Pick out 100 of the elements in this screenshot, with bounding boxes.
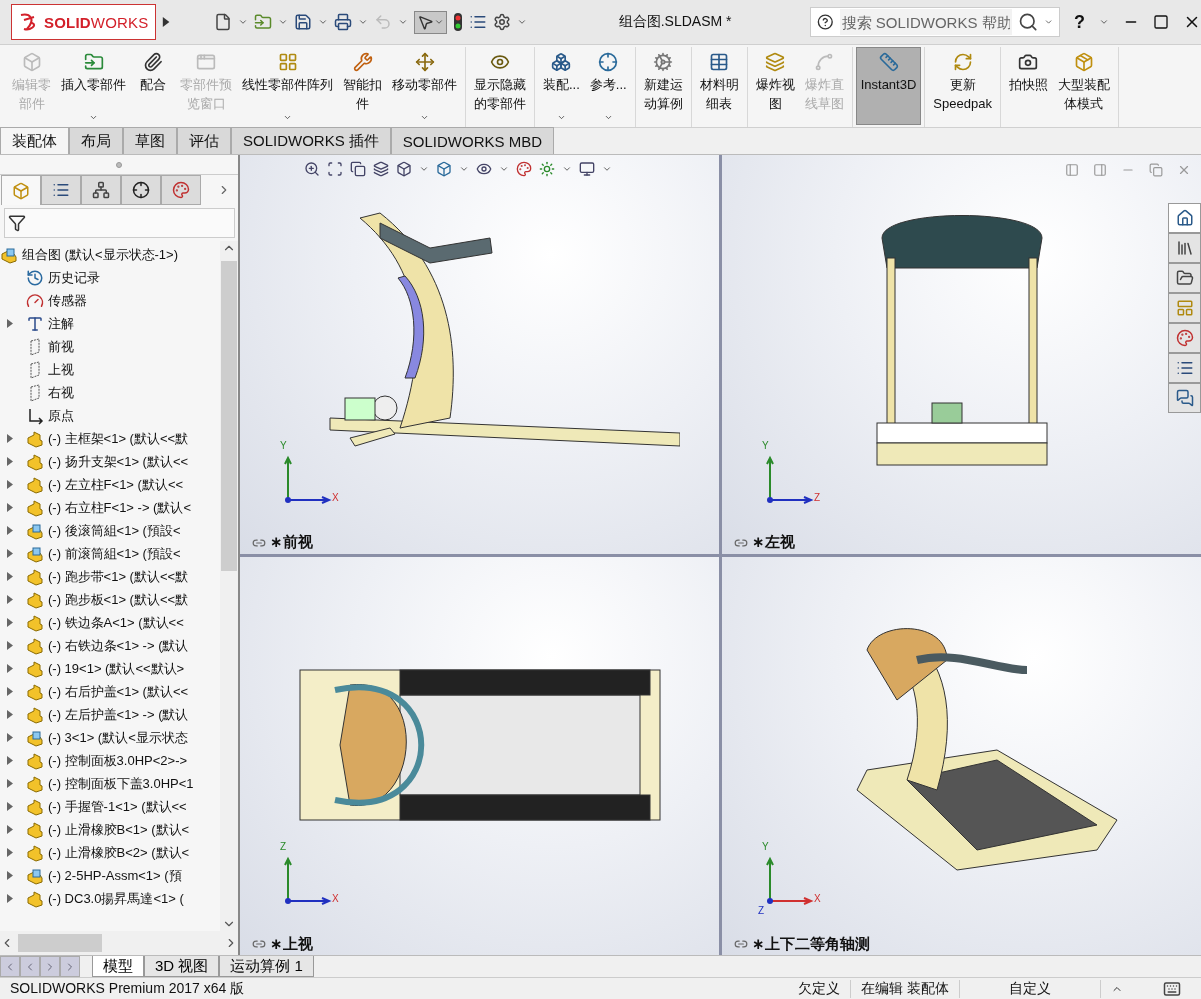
tree-item[interactable]: (-) 3<1> (默认<显示状态 bbox=[0, 726, 220, 749]
expand-arrow-icon[interactable] bbox=[6, 319, 14, 328]
expand-arrow-icon[interactable] bbox=[6, 710, 14, 719]
tree-item[interactable]: 前视 bbox=[0, 335, 220, 358]
tree-item[interactable]: (-) 主框架<1> (默认<<默 bbox=[0, 427, 220, 450]
task-pane-tab[interactable] bbox=[1168, 353, 1201, 383]
ribbon-button[interactable]: 大型装配 体模式 bbox=[1052, 47, 1115, 125]
ribbon-button[interactable]: 装配... bbox=[538, 47, 585, 125]
settings-icon[interactable] bbox=[492, 13, 511, 31]
expand-arrow-icon[interactable] bbox=[6, 871, 14, 880]
tree-item[interactable]: (-) 左后护盖<1> -> (默认 bbox=[0, 703, 220, 726]
tree-item[interactable]: (-) 止滑橡胶B<2> (默认< bbox=[0, 841, 220, 864]
viewport[interactable]: Y Z ∗左视 bbox=[722, 155, 1201, 554]
tree-item[interactable]: (-) 19<1> (默认<<默认> bbox=[0, 657, 220, 680]
expand-arrow-icon[interactable] bbox=[6, 779, 14, 788]
bottom-tab[interactable]: 3D 视图 bbox=[144, 956, 220, 977]
tree-item[interactable]: (-) 控制面板下盖3.0HP<1 bbox=[0, 772, 220, 795]
tree-item[interactable]: 注解 bbox=[0, 312, 220, 335]
tree-item[interactable]: (-) 跑步板<1> (默认<<默 bbox=[0, 588, 220, 611]
traffic-light-icon[interactable] bbox=[452, 12, 463, 32]
caret-icon[interactable] bbox=[237, 17, 248, 27]
tree-item[interactable]: (-) 右立柱F<1> -> (默认< bbox=[0, 496, 220, 519]
ribbon-button[interactable]: 更新 Speedpak bbox=[928, 47, 997, 125]
expand-arrow-icon[interactable] bbox=[6, 572, 14, 581]
ribbon-tab[interactable]: 评估 bbox=[177, 127, 231, 154]
new-file-icon[interactable] bbox=[213, 13, 232, 31]
expand-arrow-icon[interactable] bbox=[6, 526, 14, 535]
ribbon-button[interactable]: 材料明 细表 bbox=[694, 47, 744, 125]
tree-item[interactable]: 组合图 (默认<显示状态-1>) bbox=[0, 243, 220, 266]
ribbon-tab[interactable]: 草图 bbox=[123, 127, 177, 154]
expand-arrow-icon[interactable] bbox=[6, 618, 14, 627]
filter-field[interactable] bbox=[4, 208, 235, 238]
tree-item[interactable]: (-) 跑步带<1> (默认<<默 bbox=[0, 565, 220, 588]
tree-item[interactable]: (-) 手握管-1<1> (默认<< bbox=[0, 795, 220, 818]
tree-item[interactable]: (-) 止滑橡胶B<1> (默认< bbox=[0, 818, 220, 841]
maximize-icon[interactable] bbox=[1153, 14, 1169, 30]
printer-icon[interactable] bbox=[333, 13, 352, 31]
task-pane-tab[interactable] bbox=[1168, 323, 1201, 353]
caret-icon[interactable] bbox=[277, 17, 288, 27]
tree-item[interactable]: 原点 bbox=[0, 404, 220, 427]
ribbon-button[interactable]: 智能扣 件 bbox=[338, 47, 387, 125]
help-menu[interactable]: ? bbox=[1074, 11, 1085, 33]
tree-item[interactable]: (-) 左立柱F<1> (默认<< bbox=[0, 473, 220, 496]
bottom-tab[interactable]: 运动算例 1 bbox=[219, 956, 314, 977]
select-tool-button[interactable] bbox=[413, 10, 447, 34]
tree-item[interactable]: 上视 bbox=[0, 358, 220, 381]
ribbon-button[interactable]: 移动零部件 bbox=[387, 47, 462, 125]
save-icon[interactable] bbox=[293, 13, 312, 31]
panel-tab[interactable] bbox=[81, 175, 121, 205]
search-field[interactable]: 搜索 SOLIDWORKS 帮助 bbox=[810, 7, 1060, 37]
expand-arrow-icon[interactable] bbox=[6, 733, 14, 742]
tree-item[interactable]: (-) 2-5HP-Assm<1> (預 bbox=[0, 864, 220, 887]
expand-arrow-icon[interactable] bbox=[6, 802, 14, 811]
expand-arrow-icon[interactable] bbox=[6, 641, 14, 650]
eye-icon[interactable] bbox=[476, 161, 492, 177]
tree-item[interactable]: 历史记录 bbox=[0, 266, 220, 289]
task-pane-tab[interactable] bbox=[1168, 383, 1201, 413]
expand-arrow-icon[interactable] bbox=[6, 664, 14, 673]
expand-arrow-icon[interactable] bbox=[6, 756, 14, 765]
tree-item[interactable]: (-) 後滚筒組<1> (預設< bbox=[0, 519, 220, 542]
ribbon-tab[interactable]: SOLIDWORKS MBD bbox=[390, 127, 555, 154]
viewport[interactable]: Y X Z ∗上下二等角轴测 bbox=[722, 556, 1201, 955]
caret-icon[interactable] bbox=[603, 113, 613, 122]
task-pane-tab[interactable] bbox=[1168, 233, 1201, 263]
ribbon-tab[interactable]: 装配体 bbox=[0, 127, 69, 154]
caret-icon[interactable] bbox=[317, 17, 328, 27]
horizontal-scrollbar[interactable] bbox=[0, 931, 238, 955]
cube-icon[interactable] bbox=[436, 161, 452, 177]
tree-item[interactable]: (-) 右后护盖<1> (默认<< bbox=[0, 680, 220, 703]
panel-tab[interactable] bbox=[121, 175, 161, 205]
caret-icon[interactable] bbox=[602, 164, 612, 174]
cube-icon[interactable] bbox=[396, 161, 412, 177]
tree-item[interactable]: (-) 右铁边条<1> -> (默认 bbox=[0, 634, 220, 657]
tree-item[interactable]: (-) 控制面板3.0HP<2>-> bbox=[0, 749, 220, 772]
expand-arrow-icon[interactable] bbox=[6, 595, 14, 604]
caret-icon[interactable] bbox=[419, 164, 429, 174]
caret-icon[interactable] bbox=[556, 113, 566, 122]
caret-icon[interactable] bbox=[433, 17, 444, 27]
zoom-icon[interactable] bbox=[304, 161, 320, 177]
expand-arrow-icon[interactable] bbox=[6, 503, 14, 512]
caret-icon[interactable] bbox=[1099, 17, 1109, 27]
caret-icon[interactable] bbox=[459, 164, 469, 174]
previous-view-icon[interactable] bbox=[350, 161, 366, 177]
appearance-icon[interactable] bbox=[516, 161, 532, 177]
ribbon-tab[interactable]: SOLIDWORKS 插件 bbox=[231, 127, 391, 154]
tree-item[interactable]: (-) 扬升支架<1> (默认<< bbox=[0, 450, 220, 473]
zoom-area-icon[interactable] bbox=[327, 161, 343, 177]
ribbon-button[interactable]: 线性零部件阵列 bbox=[237, 47, 338, 125]
task-pane-tab[interactable] bbox=[1168, 263, 1201, 293]
bottom-tab[interactable]: 模型 bbox=[92, 956, 144, 977]
caret-icon[interactable] bbox=[283, 113, 292, 122]
expand-arrow-icon[interactable] bbox=[6, 480, 14, 489]
ribbon-button[interactable]: 新建运 动算例 bbox=[638, 47, 688, 125]
vertical-scrollbar[interactable] bbox=[220, 241, 238, 931]
keyboard-icon[interactable] bbox=[1163, 979, 1181, 998]
splitter-handle[interactable] bbox=[116, 161, 122, 168]
expand-arrow-icon[interactable] bbox=[6, 825, 14, 834]
tree-item[interactable]: (-) DC3.0揚昇馬達<1> ( bbox=[0, 887, 220, 910]
ribbon-button[interactable]: 插入零部件 bbox=[56, 47, 131, 125]
expand-arrow-icon[interactable] bbox=[6, 434, 14, 443]
